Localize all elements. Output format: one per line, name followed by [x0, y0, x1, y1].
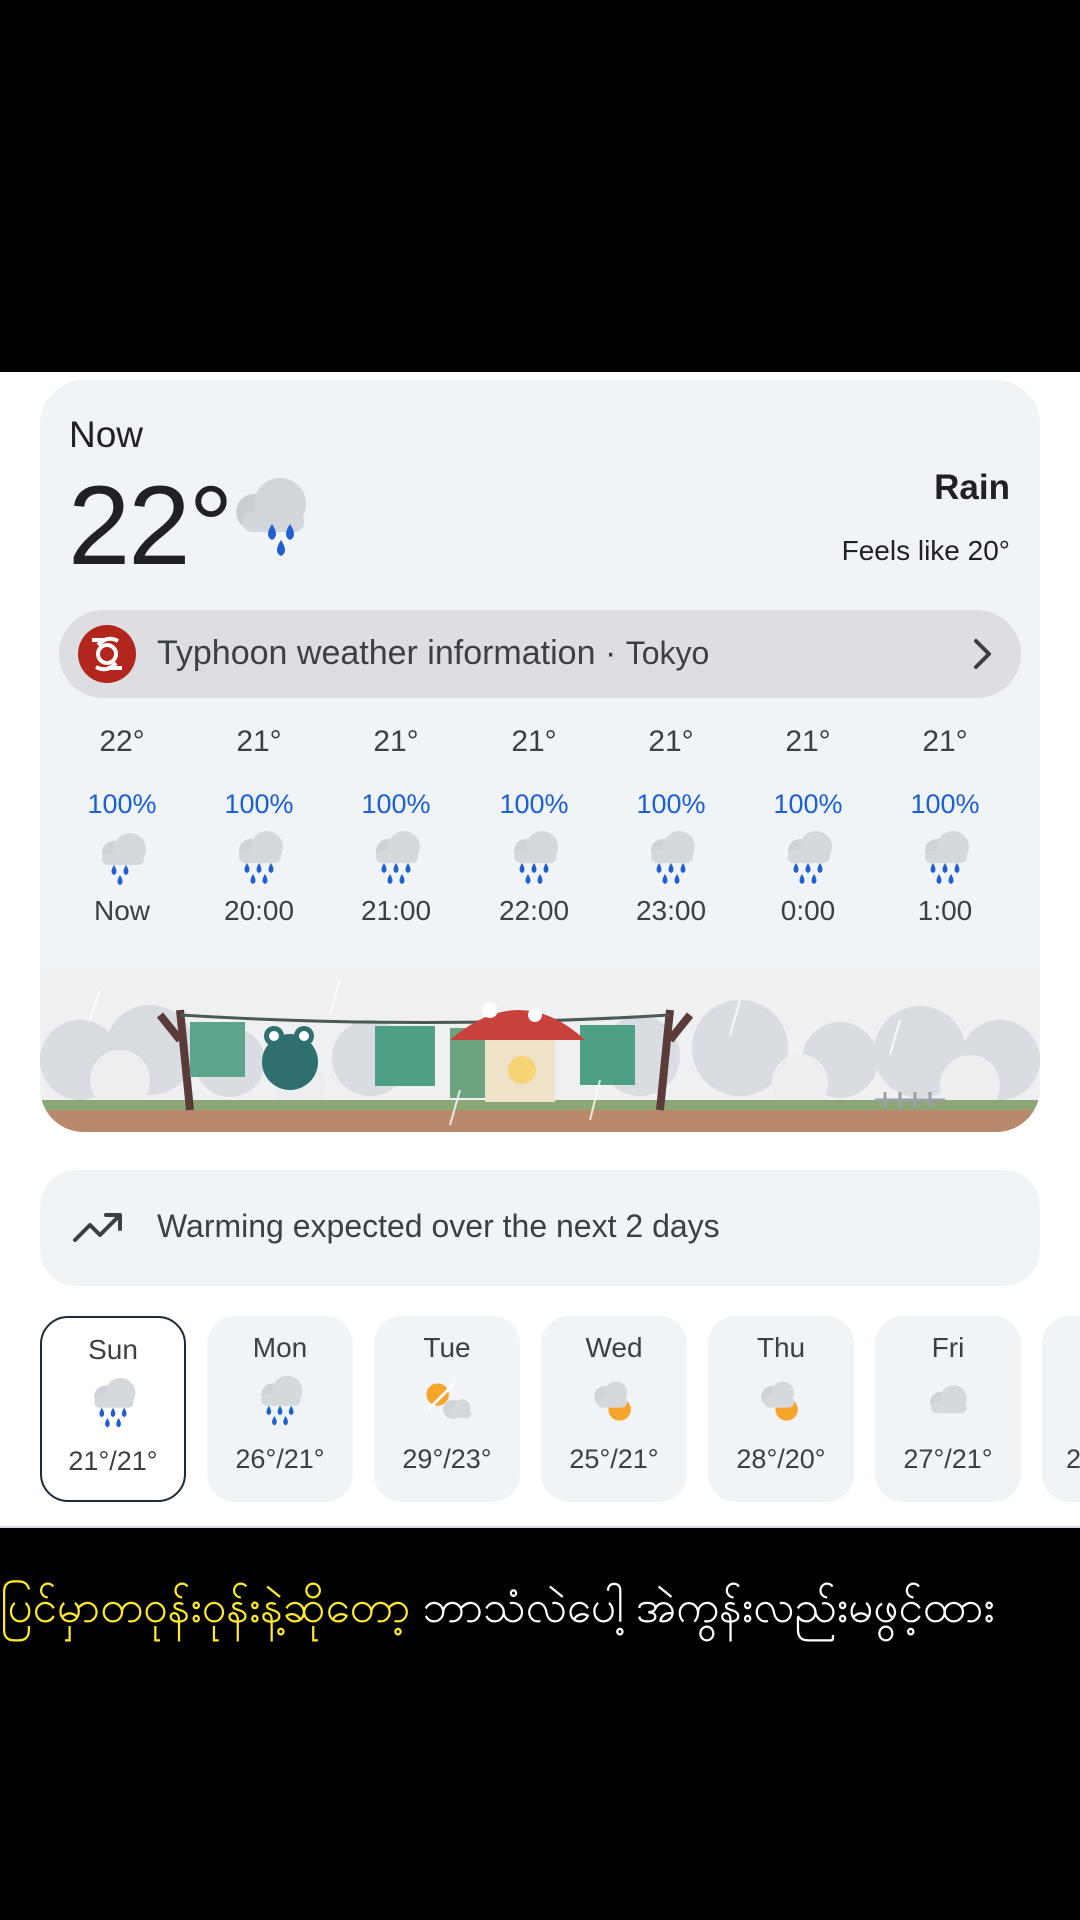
hourly-temp: 21°	[373, 725, 419, 758]
heavy-rain-icon	[207, 1374, 353, 1434]
heavy-rain-icon	[474, 829, 594, 889]
video-subtitle: ပြင်မှာတဝုန်းဝုန်းနဲ့ဆိုတော့ ဘာသံလဲပေါ့ …	[0, 1548, 1080, 1668]
typhoon-alert-text: Typhoon weather information · Tokyo	[157, 634, 709, 673]
hourly-time: 1:00	[917, 895, 973, 926]
daily-day: Wed	[585, 1332, 643, 1363]
now-label: Now	[69, 414, 144, 455]
daily-item[interactable]: Mon 26°/21°	[207, 1316, 353, 1502]
hourly-temp: 22°	[99, 725, 145, 758]
hourly-time: 23:00	[635, 895, 707, 926]
hourly-item[interactable]: 21° 100% 23:00	[611, 725, 731, 927]
alert-separator: ·	[604, 634, 617, 672]
daily-item-selected[interactable]: Sun 21°/21°	[40, 1316, 186, 1502]
typhoon-alert-chip[interactable]: Typhoon weather information · Tokyo	[59, 610, 1021, 698]
hourly-item[interactable]: 21° 100% 0:00	[748, 725, 868, 927]
trend-text: Warming expected over the next 2 days	[157, 1208, 720, 1244]
hourly-precip: 100%	[499, 789, 569, 819]
heavy-rain-icon	[748, 829, 868, 889]
hourly-time: 0:00	[780, 895, 836, 926]
daily-temps: 2	[1066, 1444, 1080, 1474]
daily-day: Fri	[931, 1332, 965, 1363]
alert-location: Tokyo	[625, 635, 710, 671]
hourly-precip: 100%	[87, 789, 157, 819]
subtitle-rest: ဘာသံလဲပေါ့ အဲကွန်းလည်းမဖွင့်ထား	[410, 1583, 995, 1632]
rainy-scene-illustration	[40, 970, 1040, 1132]
daily-temps: 21°/21°	[68, 1446, 158, 1476]
current-weather-card[interactable]: Now 22° Rain Feels like 20° Typhoon weat…	[40, 380, 1040, 1132]
hourly-time: 20:00	[223, 895, 295, 926]
condition-text: Rain	[934, 468, 1010, 507]
daily-day: Tue	[423, 1332, 471, 1363]
partly-cloudy-icon	[374, 1374, 520, 1434]
daily-day	[1042, 1332, 1080, 1368]
rain-cloud-icon	[228, 474, 318, 569]
hourly-temp: 21°	[511, 725, 557, 758]
daily-temps: 29°/23°	[402, 1444, 492, 1474]
alert-title: Typhoon weather information	[157, 634, 596, 672]
daily-item-partial[interactable]: 2	[1042, 1316, 1080, 1502]
hourly-temp: 21°	[236, 725, 282, 758]
hourly-item[interactable]: 21° 100% 20:00	[199, 725, 319, 927]
heavy-rain-icon	[199, 829, 319, 889]
rain-cloud-icon	[62, 829, 182, 889]
hourly-precip: 100%	[224, 789, 294, 819]
chevron-right-icon	[971, 637, 995, 676]
daily-forecast[interactable]: Sun 21°/21° Mon 26°/21° Tue 29°/23° Wed …	[40, 1316, 1080, 1502]
typhoon-icon	[78, 625, 136, 688]
subtitle-highlight: ပြင်မှာတဝုန်းဝုန်းနဲ့ဆိုတော့	[0, 1583, 411, 1632]
hourly-forecast[interactable]: 22° 100% Now 21° 100% 20:00 21° 100% 21:…	[40, 725, 1040, 955]
hourly-item[interactable]: 21° 100% 21:00	[336, 725, 456, 927]
hourly-precip: 100%	[773, 789, 843, 819]
heavy-rain-icon	[611, 829, 731, 889]
hourly-precip: 100%	[636, 789, 706, 819]
hourly-precip: 100%	[361, 789, 431, 819]
heavy-rain-icon	[885, 829, 1005, 889]
daily-item[interactable]: Thu 28°/20°	[708, 1316, 854, 1502]
daily-item[interactable]: Fri 27°/21°	[875, 1316, 1021, 1502]
current-temperature: 22°	[68, 463, 233, 588]
hourly-temp: 21°	[922, 725, 968, 758]
hourly-time: 22:00	[498, 895, 570, 926]
daily-day: Thu	[756, 1332, 806, 1363]
hourly-item[interactable]: 22° 100% Now	[62, 725, 182, 927]
trending-up-icon	[72, 1210, 124, 1249]
daily-item[interactable]: Wed 25°/21°	[541, 1316, 687, 1502]
daily-temps: 26°/21°	[235, 1444, 325, 1474]
hourly-time: 21:00	[360, 895, 432, 926]
hourly-temp: 21°	[648, 725, 694, 758]
weather-screen: Now 22° Rain Feels like 20° Typhoon weat…	[0, 372, 1080, 1528]
daily-temps: 28°/20°	[736, 1444, 826, 1474]
cloudy-sun-icon	[541, 1374, 687, 1434]
cloudy-sun-icon	[708, 1374, 854, 1434]
daily-day: Mon	[252, 1332, 308, 1363]
hourly-time: Now	[93, 895, 150, 926]
trend-card[interactable]: Warming expected over the next 2 days	[40, 1170, 1040, 1286]
divider	[0, 1526, 1080, 1528]
hourly-precip: 100%	[910, 789, 980, 819]
hourly-item[interactable]: 21° 100% 1:00	[885, 725, 1005, 927]
cloudy-icon	[875, 1374, 1021, 1434]
daily-item[interactable]: Tue 29°/23°	[374, 1316, 520, 1502]
daily-temps: 25°/21°	[569, 1444, 659, 1474]
heavy-rain-icon	[42, 1376, 184, 1436]
hourly-temp: 21°	[785, 725, 831, 758]
hourly-item[interactable]: 21° 100% 22:00	[474, 725, 594, 927]
feels-like-text: Feels like 20°	[841, 535, 1010, 566]
daily-temps: 27°/21°	[903, 1444, 993, 1474]
daily-day: Sun	[88, 1334, 138, 1365]
heavy-rain-icon	[336, 829, 456, 889]
